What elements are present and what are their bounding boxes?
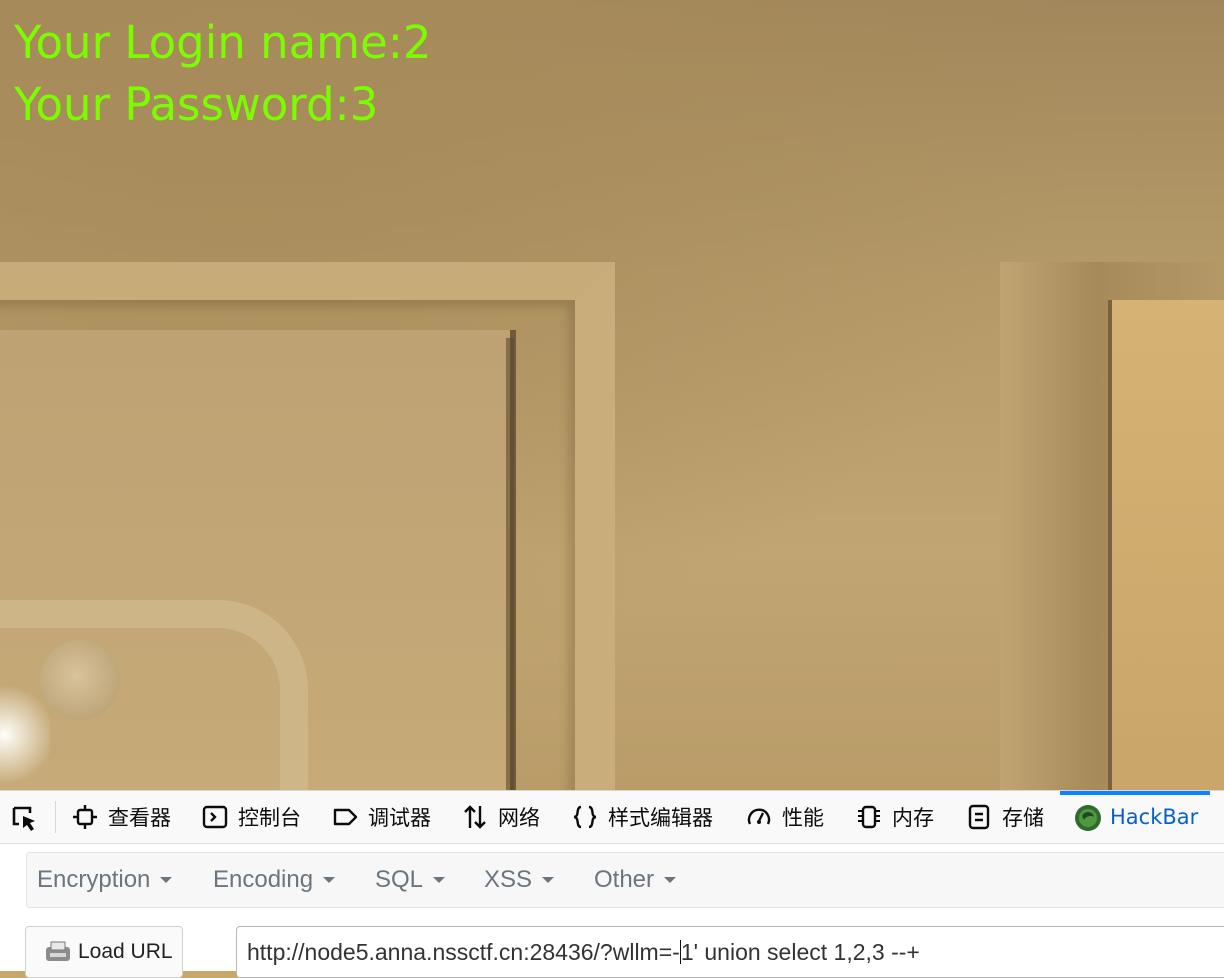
- console-icon: [202, 804, 228, 830]
- storage-icon: [966, 804, 992, 830]
- load-url-button[interactable]: Load URL: [25, 926, 183, 978]
- light-glow: [0, 680, 50, 790]
- url-text-before-cursor: http://node5.anna.nssctf.cn:28436/?wllm=…: [247, 938, 680, 965]
- tab-storage-label: 存储: [1002, 806, 1044, 830]
- inspector-icon: [72, 804, 98, 830]
- menu-sql-label: SQL: [375, 866, 424, 893]
- tab-hackbar[interactable]: HackBar: [1074, 791, 1198, 843]
- menu-sql[interactable]: SQL: [375, 853, 446, 907]
- debugger-icon: [332, 804, 358, 830]
- password-result: Your Password:3: [14, 78, 379, 131]
- tab-performance-label: 性能: [782, 806, 824, 830]
- tab-console-label: 控制台: [238, 806, 301, 830]
- tab-storage[interactable]: 存储: [966, 791, 1044, 843]
- hackbar-icon: [1074, 804, 1101, 831]
- caret-down-icon: [323, 877, 336, 883]
- style-editor-icon: [572, 804, 598, 830]
- tab-hackbar-label: HackBar: [1110, 805, 1199, 829]
- menu-other[interactable]: Other: [594, 853, 677, 907]
- devtools-panel: 查看器 控制台 调试器 网络 样式编辑器 性能 内存 存储 HackBar En…: [0, 790, 1224, 978]
- tab-console[interactable]: 控制台: [202, 791, 301, 843]
- caret-down-icon: [160, 877, 173, 883]
- login-name-result: Your Login name:2: [14, 16, 432, 69]
- tab-memory-label: 内存: [892, 806, 934, 830]
- menu-encoding[interactable]: Encoding: [213, 853, 336, 907]
- door-shadow: [506, 338, 514, 790]
- menu-other-label: Other: [594, 866, 655, 893]
- url-text-after-cursor: 1' union select 1,2,3 --+: [680, 938, 920, 965]
- web-page-content: Your Login name:2 Your Password:3: [0, 0, 1224, 790]
- door-knob: [40, 640, 120, 720]
- memory-icon: [856, 804, 882, 830]
- menu-encryption-label: Encryption: [37, 866, 151, 893]
- network-icon: [462, 804, 488, 830]
- tab-inspector-label: 查看器: [108, 806, 171, 830]
- tab-debugger-label: 调试器: [368, 806, 431, 830]
- tab-style-editor-label: 样式编辑器: [608, 806, 713, 830]
- hackbar-menubar: Encryption Encoding SQL XSS Other: [26, 852, 1224, 908]
- menu-encoding-label: Encoding: [213, 866, 314, 893]
- tab-network-label: 网络: [498, 806, 540, 830]
- toolbar-separator: [55, 801, 56, 833]
- url-input[interactable]: http://node5.anna.nssctf.cn:28436/?wllm=…: [236, 926, 1224, 978]
- element-picker-icon[interactable]: [10, 804, 40, 834]
- caret-down-icon: [664, 877, 677, 883]
- caret-down-icon: [542, 877, 555, 883]
- tab-debugger[interactable]: 调试器: [332, 791, 431, 843]
- menu-encryption[interactable]: Encryption: [37, 853, 173, 907]
- menu-xss[interactable]: XSS: [484, 853, 555, 907]
- caret-down-icon: [433, 877, 446, 883]
- tab-performance[interactable]: 性能: [746, 791, 824, 843]
- tab-network[interactable]: 网络: [462, 791, 540, 843]
- devtools-toolbar: 查看器 控制台 调试器 网络 样式编辑器 性能 内存 存储 HackBar: [0, 790, 1224, 844]
- load-url-label: Load URL: [78, 940, 173, 963]
- tab-inspector[interactable]: 查看器: [72, 791, 171, 843]
- url-value: http://node5.anna.nssctf.cn:28436/?wllm=…: [247, 939, 920, 966]
- menu-xss-label: XSS: [484, 866, 533, 893]
- tab-memory[interactable]: 内存: [856, 791, 934, 843]
- active-tab-indicator: [1060, 791, 1210, 795]
- load-url-icon: [44, 939, 72, 965]
- tab-style-editor[interactable]: 样式编辑器: [572, 791, 713, 843]
- door-panel-right: [1108, 300, 1224, 790]
- performance-icon: [746, 804, 772, 830]
